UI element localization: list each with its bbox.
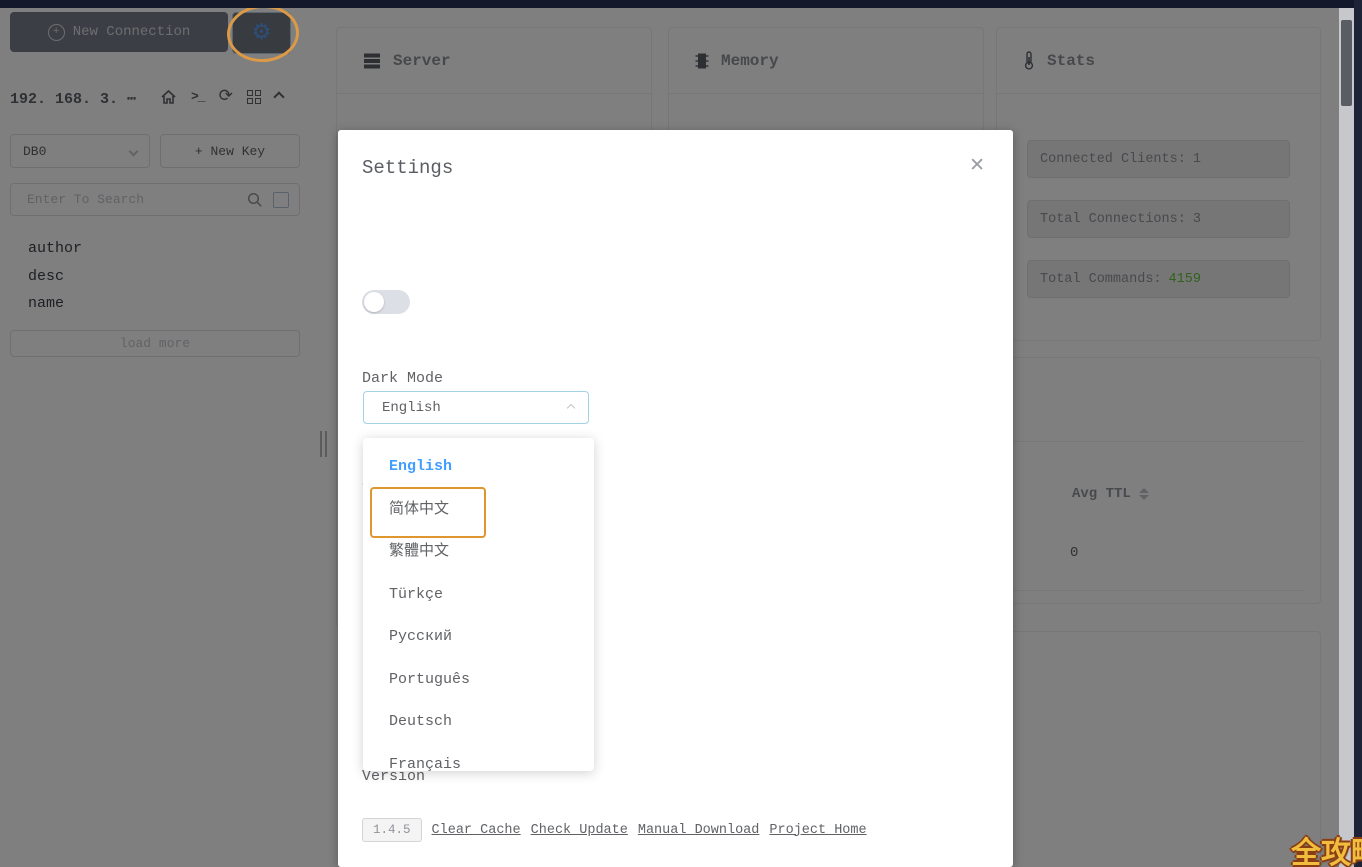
language-option-russian[interactable]: Русский	[363, 616, 594, 659]
language-option-deutsch[interactable]: Deutsch	[363, 701, 594, 744]
language-option-english[interactable]: English	[363, 446, 594, 489]
modal-title: Settings	[362, 157, 453, 179]
version-badge: 1.4.5	[362, 818, 422, 842]
language-option-turkce[interactable]: Türkçe	[363, 574, 594, 617]
check-update-link[interactable]: Check Update	[531, 823, 628, 838]
app-window: + New Connection ⚙ 192. 168. 3. ⋯ >_ ⟳ D…	[0, 0, 1362, 867]
annotation-rect-highlight	[370, 487, 486, 538]
window-top-edge	[0, 0, 1362, 8]
dark-mode-label: Dark Mode	[362, 370, 443, 387]
clear-cache-link[interactable]: Clear Cache	[432, 823, 521, 838]
language-select[interactable]: English	[363, 391, 589, 424]
language-option-portugues[interactable]: Português	[363, 659, 594, 702]
watermark-text: 全攻略	[1291, 828, 1362, 867]
chevron-up-icon	[567, 403, 575, 411]
close-icon[interactable]: ✕	[969, 154, 985, 176]
version-row: 1.4.5 Clear Cache Check Update Manual Do…	[362, 818, 867, 842]
manual-download-link[interactable]: Manual Download	[638, 823, 760, 838]
dark-mode-toggle[interactable]	[362, 290, 410, 314]
dropdown-arrow	[377, 438, 391, 445]
window-right-edge	[1354, 0, 1362, 867]
toggle-knob	[364, 292, 384, 312]
page-scrollbar[interactable]	[1339, 8, 1354, 867]
project-home-link[interactable]: Project Home	[769, 823, 866, 838]
language-option-francais[interactable]: Français	[363, 744, 594, 772]
scrollbar-thumb[interactable]	[1341, 20, 1352, 106]
language-select-value: English	[382, 400, 441, 416]
